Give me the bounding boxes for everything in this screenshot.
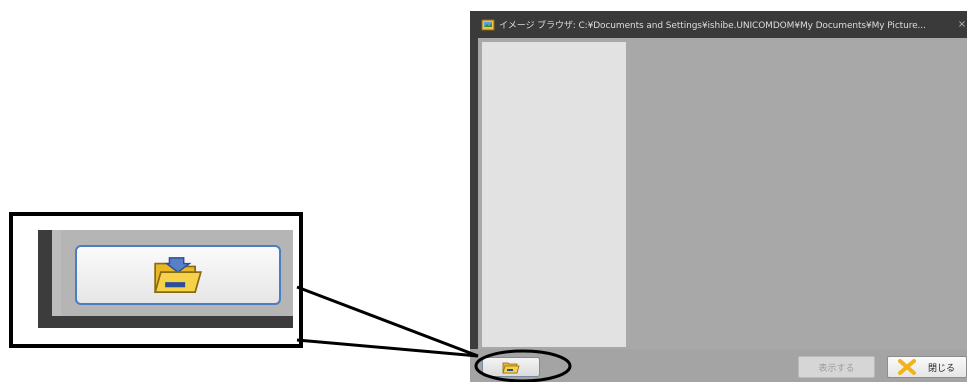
callout-line-top: [296, 285, 479, 358]
highlight-ellipse: [474, 349, 572, 382]
annotation-overlay: [296, 285, 572, 382]
callout-line-bottom: [296, 338, 479, 358]
